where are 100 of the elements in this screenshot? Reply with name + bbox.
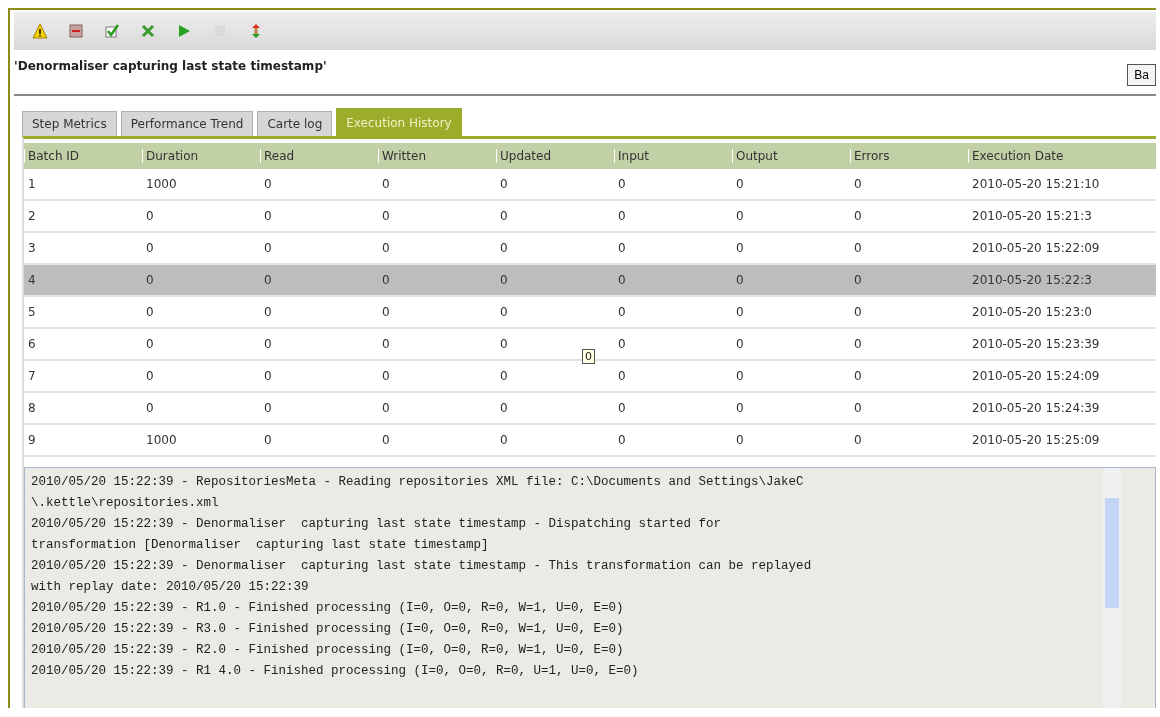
table-cell-text: 6 [27, 337, 37, 351]
table-row[interactable]: 2 0 0 0 0 0 0 0 2010-05-20 15:21:3 [24, 201, 1156, 233]
column-header[interactable]: Errors [850, 149, 968, 163]
table-cell-text: 0 [853, 273, 863, 287]
table-cell-text: 2010-05-20 15:22:3 [971, 273, 1093, 287]
log-line: transformation [Denormaliser capturing last state timestamp] [31, 537, 490, 554]
table-cell-text: 0 [145, 241, 155, 255]
tab[interactable]: Performance Trend [120, 111, 254, 136]
table-cell-text: 0 [381, 401, 391, 415]
table-row[interactable]: 5 0 0 0 0 0 0 0 2010-05-20 15:23:0 [24, 297, 1156, 329]
table-cell-text: 0 [381, 337, 391, 351]
table-cell-text: 0 [735, 177, 745, 191]
tab[interactable]: Carte log [257, 111, 333, 136]
table-cell-text: 0 [617, 337, 627, 351]
table-cell-text: 0 [263, 209, 273, 223]
table-row[interactable]: 9 1000 0 0 0 0 0 0 2010-05-20 15:25:09 [24, 425, 1156, 457]
table-cell-text: 0 [499, 305, 509, 319]
table-cell-text: 0 [263, 337, 273, 351]
column-header[interactable]: Written [378, 149, 496, 163]
log-line: 2010/05/20 15:22:39 - Denormaliser capturing last state timestamp - This transformation can be replayed [31, 558, 813, 575]
table-cell-text: 0 [499, 177, 509, 191]
table-cell-text: 0 [145, 209, 155, 223]
log-line: 2010/05/20 15:22:39 - R1 4.0 - Finished processing (I=0, O=0, R=0, U=1, U=0, E=0) [31, 663, 640, 680]
table-cell-text: 0 [853, 177, 863, 191]
log-line: with replay date: 2010/05/20 15:22:39 [31, 579, 310, 596]
table-cell-text: 0 [381, 177, 391, 191]
table-cell-text: 0 [853, 369, 863, 383]
table-cell-text: 2010-05-20 15:21:10 [971, 177, 1101, 191]
column-header[interactable]: Updated [496, 149, 614, 163]
table-cell-text: 1 [27, 177, 37, 191]
table-row[interactable]: 8 0 0 0 0 0 0 0 2010-05-20 15:24:39 [24, 393, 1156, 425]
column-header[interactable]: Batch ID [24, 149, 142, 163]
table-cell-text: 0 [853, 401, 863, 415]
table-cell-text: 1000 [145, 177, 178, 191]
side-button[interactable]: Ba [1127, 64, 1156, 86]
table-cell-text: 0 [499, 401, 509, 415]
table-cell-text: 0 [499, 273, 509, 287]
column-header[interactable]: Execution Date [968, 149, 1156, 163]
warning-icon[interactable] [30, 21, 50, 41]
table-cell-text: 0 [735, 433, 745, 447]
table-cell-text: 2010-05-20 15:21:3 [971, 209, 1093, 223]
table-cell-text: 0 [735, 401, 745, 415]
log-line: \.kettle\repositories.xml [31, 495, 220, 512]
table-cell-text: 2010-05-20 15:24:39 [971, 401, 1101, 415]
table-cell-text: 0 [145, 369, 155, 383]
table-cell-text: 2010-05-20 15:25:09 [971, 433, 1101, 447]
log-line: 2010/05/20 15:22:39 - R3.0 - Finished processing (I=0, O=0, R=0, W=1, U=0, E=0) [31, 621, 625, 638]
table-cell-text: 0 [735, 337, 745, 351]
table-cell-text: 0 [735, 273, 745, 287]
transformation-title: 'Denormaliser capturing last state timestamp' [14, 59, 327, 73]
table-cell-text: 0 [617, 209, 627, 223]
table-cell-text: 0 [381, 433, 391, 447]
log-line: 2010/05/20 15:22:39 - Denormaliser capturing last state timestamp - Dispatching started for [31, 516, 723, 533]
table-cell-text: 2010-05-20 15:22:09 [971, 241, 1101, 255]
table-cell-text: 0 [499, 433, 509, 447]
table-cell-text: 0 [499, 337, 509, 351]
tab[interactable]: Step Metrics [22, 111, 117, 136]
table-cell-text: 9 [27, 433, 37, 447]
table-cell-text: 7 [27, 369, 37, 383]
table-cell-text: 0 [263, 433, 273, 447]
table-cell-text: 0 [617, 401, 627, 415]
table-cell-text: 0 [263, 401, 273, 415]
column-header[interactable]: Duration [142, 149, 260, 163]
table-cell-text: 2 [27, 209, 37, 223]
column-header[interactable]: Output [732, 149, 850, 163]
table-cell-text: 4 [27, 273, 37, 287]
column-header[interactable]: Read [260, 149, 378, 163]
table-cell-text: 2010-05-20 15:23:0 [971, 305, 1093, 319]
table-cell-text: 0 [145, 337, 155, 351]
tooltip: 0 [582, 349, 595, 364]
table-cell-text: 0 [499, 369, 509, 383]
table-row[interactable]: 4 0 0 0 0 0 0 0 2010-05-20 15:22:3 [24, 265, 1156, 297]
table-cell-text: 0 [381, 305, 391, 319]
table-row[interactable]: 7 0 0 0 0 0 0 0 2010-05-20 15:24:09 [24, 361, 1156, 393]
table-cell-text: 0 [263, 273, 273, 287]
table-cell-text: 0 [145, 273, 155, 287]
table-cell-text: 0 [735, 209, 745, 223]
table-cell-text: 0 [735, 369, 745, 383]
scrollbar[interactable] [1103, 468, 1121, 708]
log-line: 2010/05/20 15:22:39 - R2.0 - Finished processing (I=0, O=0, R=0, W=1, U=0, E=0) [31, 642, 625, 659]
table-cell-text: 0 [735, 241, 745, 255]
table-cell-text: 0 [381, 209, 391, 223]
table-cell-text: 0 [617, 369, 627, 383]
table-cell-text: 3 [27, 241, 37, 255]
table-cell-text: 0 [853, 241, 863, 255]
table-cell-text: 2010-05-20 15:24:09 [971, 369, 1101, 383]
table-cell-text: 0 [617, 433, 627, 447]
table-cell-text: 0 [617, 273, 627, 287]
table-cell-text: 0 [263, 369, 273, 383]
table-cell-text: 0 [617, 177, 627, 191]
table-row[interactable]: 6 0 0 0 0 0 0 0 2010-05-20 15:23:39 0 [24, 329, 1156, 361]
table-row[interactable]: 1 1000 0 0 0 0 0 0 2010-05-20 15:21:10 [24, 169, 1156, 201]
table-cell-text: 0 [263, 241, 273, 255]
table-cell-text: 2010-05-20 15:23:39 [971, 337, 1101, 351]
column-header[interactable]: Input [614, 149, 732, 163]
table-cell-text: 0 [145, 401, 155, 415]
table-cell-text: 8 [27, 401, 37, 415]
table-cell-text: 0 [853, 433, 863, 447]
table-cell-text: 0 [617, 241, 627, 255]
table-cell-text: 0 [263, 305, 273, 319]
